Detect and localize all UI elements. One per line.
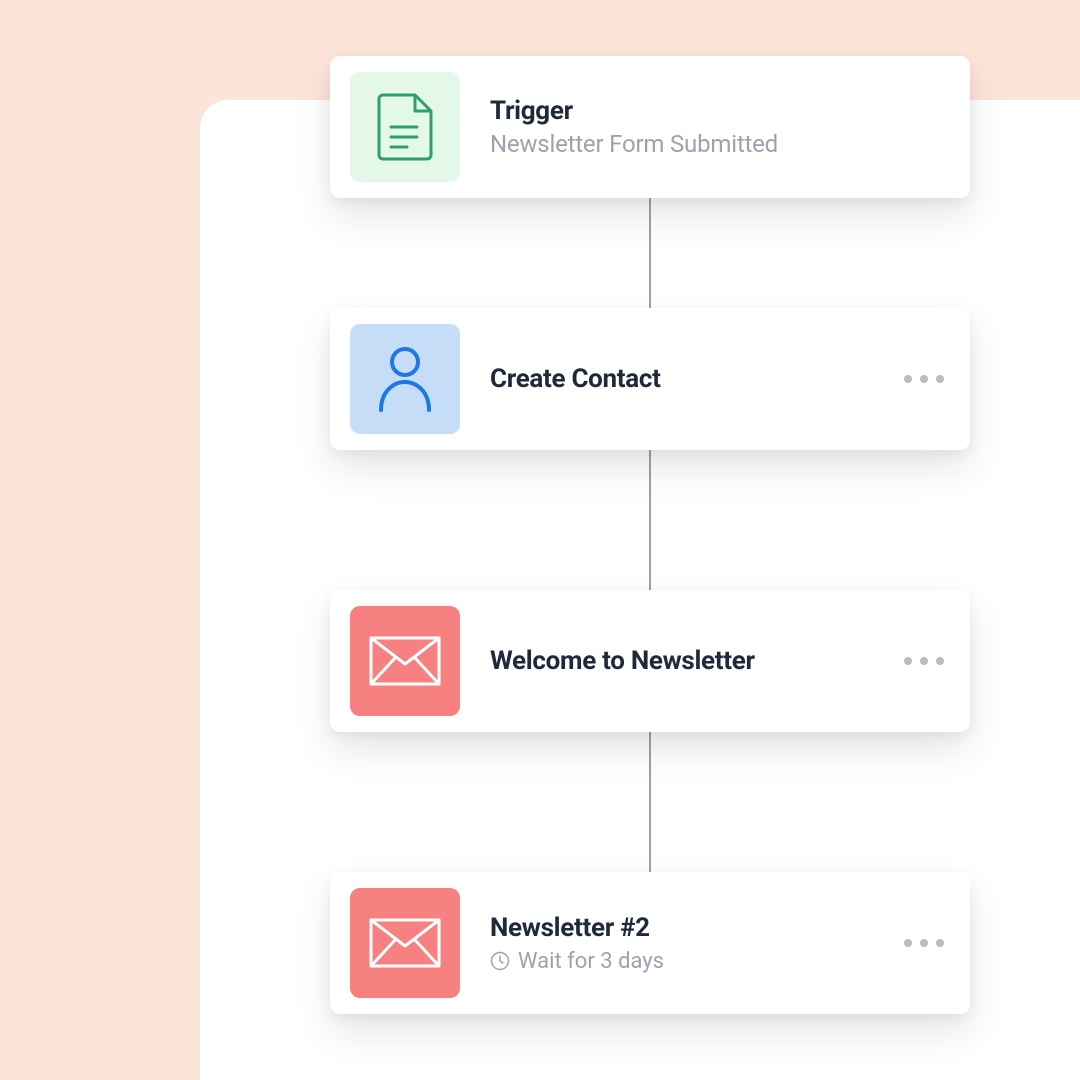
more-options-button[interactable]	[898, 933, 950, 953]
workflow-flow: Trigger Newsletter Form Submitted Create…	[330, 56, 970, 1014]
mail-icon	[350, 606, 460, 716]
node-title: Trigger	[490, 96, 950, 126]
node-wait: Wait for 3 days	[490, 949, 898, 974]
workflow-node-create-contact[interactable]: Create Contact	[330, 308, 970, 450]
node-text: Newsletter #2 Wait for 3 days	[490, 913, 898, 974]
more-options-button[interactable]	[898, 369, 950, 389]
document-icon	[350, 72, 460, 182]
workflow-node-trigger[interactable]: Trigger Newsletter Form Submitted	[330, 56, 970, 198]
mail-icon	[350, 888, 460, 998]
node-wait-text: Wait for 3 days	[518, 949, 664, 974]
workflow-node-newsletter-2[interactable]: Newsletter #2 Wait for 3 days	[330, 872, 970, 1014]
connector	[649, 198, 651, 308]
node-title: Welcome to Newsletter	[490, 646, 898, 676]
person-icon	[350, 324, 460, 434]
connector	[649, 732, 651, 872]
node-title: Create Contact	[490, 364, 898, 394]
node-title: Newsletter #2	[490, 913, 898, 943]
node-text: Create Contact	[490, 364, 898, 394]
node-text: Welcome to Newsletter	[490, 646, 898, 676]
node-subtitle: Newsletter Form Submitted	[490, 130, 950, 158]
connector	[649, 450, 651, 590]
clock-icon	[490, 951, 510, 971]
more-options-button[interactable]	[898, 651, 950, 671]
node-text: Trigger Newsletter Form Submitted	[490, 96, 950, 158]
workflow-node-welcome-newsletter[interactable]: Welcome to Newsletter	[330, 590, 970, 732]
